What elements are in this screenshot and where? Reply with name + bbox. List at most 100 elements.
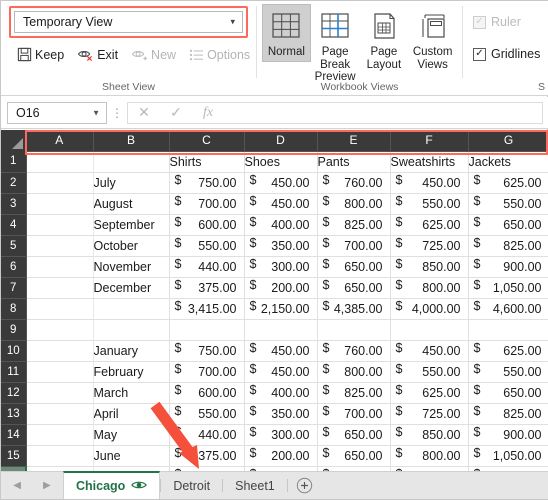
cell-E8[interactable]: $4,385.00 (317, 297, 391, 320)
row-header-14[interactable]: 14 (1, 424, 27, 446)
cell-F7[interactable]: $800.00 (390, 277, 469, 299)
cell-G7[interactable]: $1,050.00 (468, 277, 548, 299)
checkbox-icon[interactable]: ✓ (473, 47, 486, 61)
cell-A4[interactable] (26, 214, 94, 236)
cell-D5[interactable]: $350.00 (244, 235, 318, 257)
row-header-12[interactable]: 12 (1, 382, 27, 404)
cell-B13[interactable]: April (93, 403, 170, 425)
cell-E5[interactable]: $700.00 (317, 235, 391, 257)
cell-F15[interactable]: $800.00 (390, 445, 469, 467)
exit-button[interactable]: Exit (75, 46, 120, 63)
cell-E9[interactable] (317, 319, 391, 341)
cell-D7[interactable]: $200.00 (244, 277, 318, 299)
cell-B1[interactable] (93, 151, 170, 173)
column-header-c[interactable]: C (169, 130, 245, 152)
column-header-e[interactable]: E (317, 130, 391, 152)
sheet-tab-chicago[interactable]: Chicago (63, 471, 161, 499)
cell-A3[interactable] (26, 193, 94, 215)
select-all-corner[interactable] (1, 130, 26, 151)
row-header-7[interactable]: 7 (1, 277, 27, 299)
cell-E2[interactable]: $760.00 (317, 172, 391, 194)
row-header-13[interactable]: 13 (1, 403, 27, 425)
row-header-10[interactable]: 10 (1, 340, 27, 362)
cell-D12[interactable]: $400.00 (244, 382, 318, 404)
cell-G2[interactable]: $625.00 (468, 172, 548, 194)
cell-A1[interactable] (26, 151, 94, 173)
cell-F12[interactable]: $625.00 (390, 382, 469, 404)
cell-E11[interactable]: $800.00 (317, 361, 391, 383)
cell-C1[interactable]: Shirts (169, 151, 245, 173)
cell-G4[interactable]: $650.00 (468, 214, 548, 236)
add-sheet-button[interactable] (288, 472, 322, 499)
cell-G3[interactable]: $550.00 (468, 193, 548, 215)
cell-G14[interactable]: $900.00 (468, 424, 548, 446)
sheet-tab-detroit[interactable]: Detroit (161, 472, 222, 499)
cell-F14[interactable]: $850.00 (390, 424, 469, 446)
cell-D3[interactable]: $450.00 (244, 193, 318, 215)
cell-G15[interactable]: $1,050.00 (468, 445, 548, 467)
cell-E15[interactable]: $650.00 (317, 445, 391, 467)
column-header-f[interactable]: F (390, 130, 469, 152)
cell-E10[interactable]: $760.00 (317, 340, 391, 362)
cell-A13[interactable] (26, 403, 94, 425)
cell-G13[interactable]: $825.00 (468, 403, 548, 425)
cell-E1[interactable]: Pants (317, 151, 391, 173)
row-header-11[interactable]: 11 (1, 361, 27, 383)
cell-E13[interactable]: $700.00 (317, 403, 391, 425)
cell-E6[interactable]: $650.00 (317, 256, 391, 278)
cell-C5[interactable]: $550.00 (169, 235, 245, 257)
column-header-d[interactable]: D (244, 130, 318, 152)
sheet-nav-arrows[interactable]: ◀ ▶ (1, 472, 63, 499)
cell-C4[interactable]: $600.00 (169, 214, 245, 236)
cell-B5[interactable]: October (93, 235, 170, 257)
cell-A7[interactable] (26, 277, 94, 299)
cell-G11[interactable]: $550.00 (468, 361, 548, 383)
cell-E14[interactable]: $650.00 (317, 424, 391, 446)
cell-A14[interactable] (26, 424, 94, 446)
cell-D8[interactable]: $2,150.00 (244, 297, 318, 320)
cell-B2[interactable]: July (93, 172, 170, 194)
cell-D1[interactable]: Shoes (244, 151, 318, 173)
cell-F6[interactable]: $850.00 (390, 256, 469, 278)
column-header-b[interactable]: B (93, 130, 170, 152)
cell-G9[interactable] (468, 319, 548, 341)
cell-B6[interactable]: November (93, 256, 170, 278)
cell-C3[interactable]: $700.00 (169, 193, 245, 215)
cell-F1[interactable]: Sweatshirts (390, 151, 469, 173)
cell-E4[interactable]: $825.00 (317, 214, 391, 236)
cell-F2[interactable]: $450.00 (390, 172, 469, 194)
cell-D13[interactable]: $350.00 (244, 403, 318, 425)
cell-D9[interactable] (244, 319, 318, 341)
row-header-3[interactable]: 3 (1, 193, 27, 215)
row-header-5[interactable]: 5 (1, 235, 27, 257)
gridlines-checkbox-item[interactable]: ✓ Gridlines (473, 47, 541, 61)
cell-C15[interactable]: $375.00 (169, 445, 245, 467)
cell-E7[interactable]: $650.00 (317, 277, 391, 299)
column-header-g[interactable]: G (468, 130, 548, 152)
cell-A6[interactable] (26, 256, 94, 278)
custom-views-button[interactable]: Custom Views (408, 4, 457, 74)
cell-C13[interactable]: $550.00 (169, 403, 245, 425)
cell-F9[interactable] (390, 319, 469, 341)
cell-C2[interactable]: $750.00 (169, 172, 245, 194)
cell-E3[interactable]: $800.00 (317, 193, 391, 215)
cell-C12[interactable]: $600.00 (169, 382, 245, 404)
sheet-tab-sheet1[interactable]: Sheet1 (223, 472, 287, 499)
cell-C11[interactable]: $700.00 (169, 361, 245, 383)
row-header-8[interactable]: 8 (1, 298, 27, 320)
cell-C6[interactable]: $440.00 (169, 256, 245, 278)
cell-G5[interactable]: $825.00 (468, 235, 548, 257)
cell-A5[interactable] (26, 235, 94, 257)
cell-C9[interactable] (169, 319, 245, 341)
page-break-preview-button[interactable]: Page Break Preview (311, 4, 360, 87)
sheet-view-selector[interactable]: Temporary View ▾ (14, 11, 243, 33)
cell-A10[interactable] (26, 340, 94, 362)
cell-C10[interactable]: $750.00 (169, 340, 245, 362)
cell-F8[interactable]: $4,000.00 (390, 297, 469, 320)
cell-A12[interactable] (26, 382, 94, 404)
row-header-1[interactable]: 1 (1, 151, 27, 173)
cell-F11[interactable]: $550.00 (390, 361, 469, 383)
cell-D10[interactable]: $450.00 (244, 340, 318, 362)
cell-A15[interactable] (26, 445, 94, 467)
cell-B9[interactable] (93, 319, 170, 341)
